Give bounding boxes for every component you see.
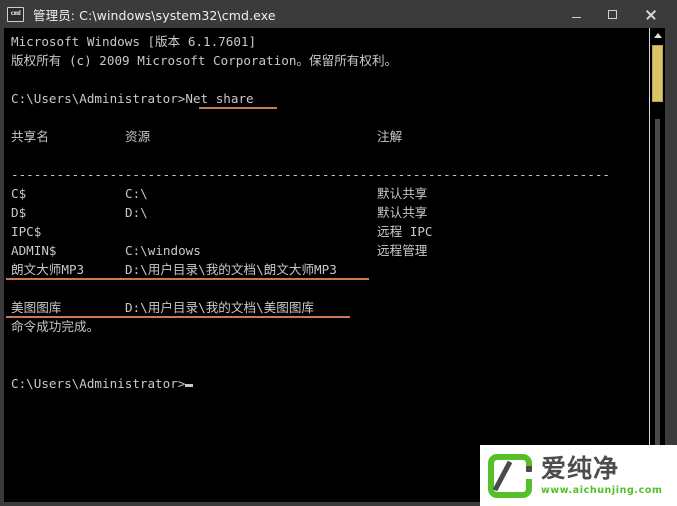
minimize-button[interactable]	[561, 0, 591, 28]
logo-dot	[526, 465, 532, 472]
header-remark: 注解	[377, 129, 403, 144]
cell-share: ADMIN$	[11, 243, 57, 258]
cell-resource: D:\	[125, 205, 148, 220]
table-row: ADMIN$ C:\windows 远程管理	[11, 241, 649, 260]
header-share-name: 共享名	[11, 129, 49, 144]
watermark-brand: 爱纯净	[541, 453, 620, 483]
table-row-highlighted: 美图图库 D:\用户目录\我的文档\美图图库	[6, 298, 649, 318]
typed-command: Net share	[185, 91, 254, 106]
chevron-up-icon	[653, 33, 662, 38]
scrollbar-track[interactable]	[650, 43, 665, 502]
cell-share: 美图图库	[11, 300, 62, 315]
cell-remark: 远程管理	[377, 243, 428, 258]
final-prompt-line: C:\Users\Administrator>	[11, 374, 649, 393]
banner-line-2: 版权所有 (c) 2009 Microsoft Corporation。保留所有…	[11, 53, 398, 68]
cell-share: 朗文大师MP3	[11, 262, 85, 277]
banner-line-1: Microsoft Windows [版本 6.1.7601]	[11, 34, 257, 49]
cell-resource: C:\	[125, 186, 148, 201]
close-button[interactable]	[635, 0, 665, 28]
title-bar[interactable]: cmd 管理员: C:\windows\system32\cmd.exe	[0, 0, 677, 28]
cell-share: D$	[11, 205, 27, 220]
window-title: 管理员: C:\windows\system32\cmd.exe	[33, 7, 276, 23]
table-row: IPC$ 远程 IPC	[11, 222, 649, 241]
table-header-row: 共享名 资源 注解	[11, 127, 649, 146]
cell-remark: 默认共享	[377, 205, 428, 220]
table-row-highlighted: 朗文大师MP3 D:\用户目录\我的文档\朗文大师MP3	[6, 260, 649, 280]
scroll-up-button[interactable]	[650, 28, 665, 43]
prompt: C:\Users\Administrator>	[11, 91, 186, 106]
vertical-scrollbar[interactable]	[649, 28, 665, 502]
scrollbar-thumb[interactable]	[652, 45, 663, 102]
header-resource: 资源	[125, 129, 151, 144]
minimize-icon	[571, 16, 581, 18]
scrollbar-lower-rail	[655, 119, 660, 500]
cmd-window: cmd 管理员: C:\windows\system32\cmd.exe Mic…	[0, 0, 677, 506]
table-row: C$ C:\ 默认共享	[11, 184, 649, 203]
aichunjing-logo-icon	[488, 453, 534, 498]
command-line: C:\Users\Administrator>Net share	[11, 89, 649, 109]
console-output-area[interactable]: Microsoft Windows [版本 6.1.7601] 版权所有 (c)…	[4, 28, 649, 502]
close-icon	[645, 9, 656, 20]
table-separator: ----------------------------------------…	[11, 167, 610, 182]
cell-share: IPC$	[11, 224, 42, 239]
text-cursor	[185, 384, 194, 387]
result-message: 命令成功完成。	[11, 319, 100, 334]
watermark-url: www.aichunjing.com	[541, 484, 663, 496]
cell-remark: 远程 IPC	[377, 224, 433, 239]
maximize-icon	[607, 9, 617, 19]
cell-remark: 默认共享	[377, 186, 428, 201]
cell-resource: D:\用户目录\我的文档\朗文大师MP3	[125, 262, 337, 277]
cmd-icon-label: cmd	[10, 10, 21, 17]
cmd-icon: cmd	[7, 6, 24, 22]
table-row: D$ D:\ 默认共享	[11, 203, 649, 222]
cell-resource: D:\用户目录\我的文档\美图图库	[125, 300, 315, 315]
final-prompt: C:\Users\Administrator>	[11, 376, 186, 391]
maximize-button[interactable]	[597, 0, 627, 28]
watermark-text: 爱纯净 www.aichunjing.com	[541, 456, 662, 496]
cell-resource: C:\windows	[125, 243, 201, 258]
watermark-overlay: 爱纯净 www.aichunjing.com	[480, 445, 677, 506]
cell-share: C$	[11, 186, 27, 201]
